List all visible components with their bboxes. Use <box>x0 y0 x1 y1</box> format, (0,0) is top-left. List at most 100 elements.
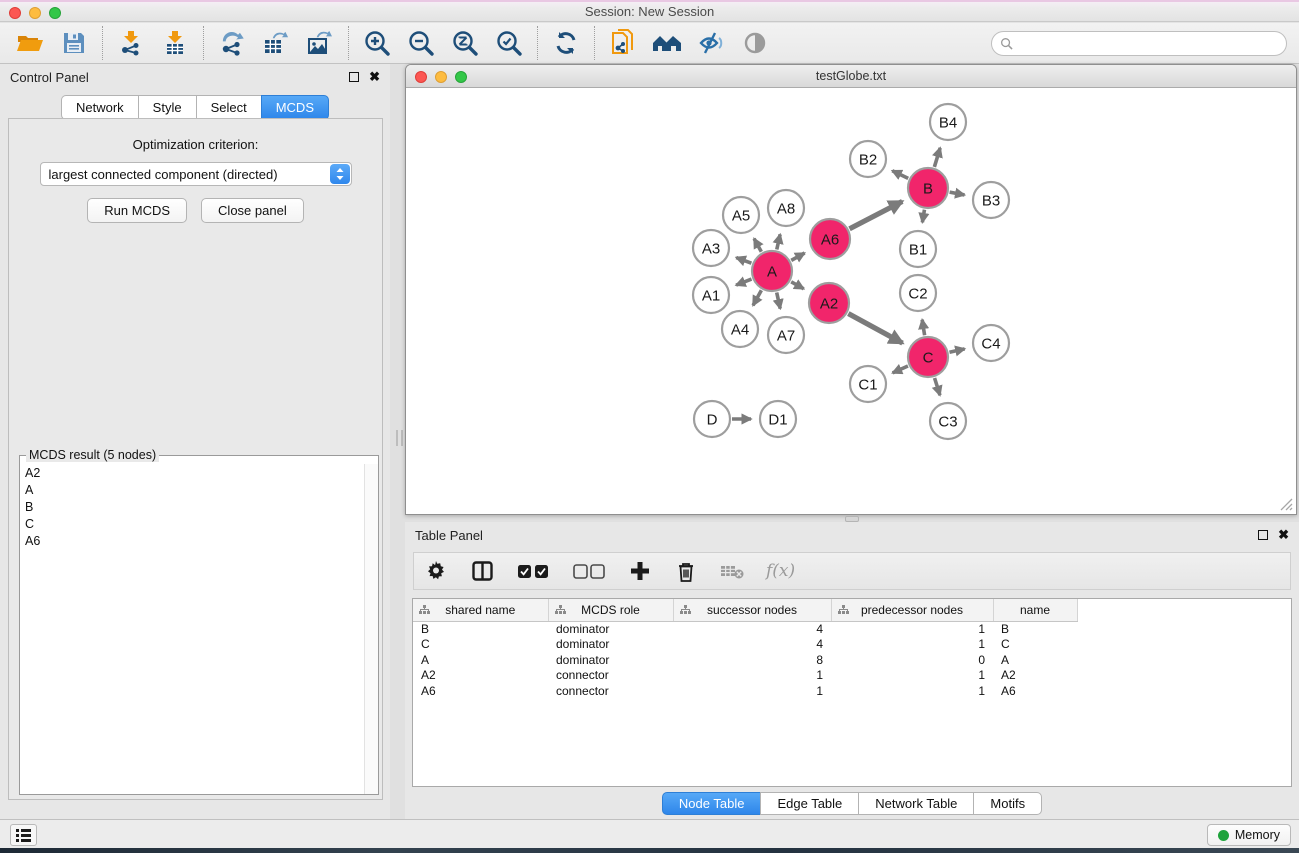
copy-network-icon[interactable] <box>601 25 645 61</box>
graph-node[interactable]: A1 <box>693 277 729 313</box>
graph-edge[interactable] <box>736 258 751 264</box>
criterion-select[interactable]: largest connected component (directed) <box>40 162 352 186</box>
mcds-result-item[interactable]: A2 <box>20 464 364 481</box>
graph-node[interactable]: A4 <box>722 311 758 347</box>
table-row[interactable]: A2connector11A2 <box>413 668 1077 684</box>
traffic-lights[interactable] <box>9 7 61 19</box>
graph-node[interactable]: A8 <box>768 190 804 226</box>
graph-edge[interactable] <box>892 171 908 179</box>
export-network-icon[interactable] <box>210 25 254 61</box>
graph-edge[interactable] <box>777 292 781 308</box>
graph-node[interactable]: B <box>908 168 948 208</box>
network-window-titlebar[interactable]: testGlobe.txt <box>406 65 1296 88</box>
graph-node[interactable]: C <box>908 337 948 377</box>
float-panel-icon[interactable] <box>349 72 359 82</box>
delete-columns-icon[interactable] <box>674 559 698 583</box>
show-all-networks-icon[interactable] <box>645 25 689 61</box>
zoom-in-icon[interactable] <box>355 25 399 61</box>
close-panel-button[interactable]: Close panel <box>201 198 304 223</box>
graph-node[interactable]: A2 <box>809 283 849 323</box>
graph-node[interactable]: B2 <box>850 141 886 177</box>
close-window-button[interactable] <box>9 7 21 19</box>
create-column-icon[interactable] <box>628 559 652 583</box>
run-mcds-button[interactable]: Run MCDS <box>87 198 187 223</box>
hide-panels-icon[interactable] <box>689 25 733 61</box>
column-header-mcds-role[interactable]: MCDS role <box>548 599 673 621</box>
graph-edge[interactable] <box>949 349 964 352</box>
mcds-result-item[interactable]: A6 <box>20 532 364 549</box>
graph-edge[interactable] <box>935 378 940 395</box>
vertical-split-handle[interactable] <box>396 430 403 446</box>
graph-edge[interactable] <box>922 320 924 336</box>
graph-node[interactable]: D <box>694 401 730 437</box>
column-header-predecessor-nodes[interactable]: predecessor nodes <box>831 599 993 621</box>
tab-motifs[interactable]: Motifs <box>973 792 1042 815</box>
table-row[interactable]: Bdominator41B <box>413 621 1077 637</box>
search-input[interactable] <box>1017 32 1286 55</box>
graph-edge[interactable] <box>850 201 903 228</box>
zoom-out-icon[interactable] <box>399 25 443 61</box>
graph-node[interactable]: A6 <box>810 219 850 259</box>
graph-node[interactable]: A3 <box>693 230 729 266</box>
minimize-window-button[interactable] <box>29 7 41 19</box>
attribute-table[interactable]: shared name MCDS role successor nodes pr… <box>413 599 1078 699</box>
network-minimize-button[interactable] <box>435 71 447 83</box>
settings-icon[interactable] <box>424 559 448 583</box>
select-all-icon[interactable] <box>516 559 550 583</box>
delete-table-icon[interactable] <box>720 559 744 583</box>
refresh-icon[interactable] <box>544 25 588 61</box>
graph-edge[interactable] <box>777 234 780 249</box>
import-table-icon[interactable] <box>153 25 197 61</box>
mcds-result-item[interactable]: B <box>20 498 364 515</box>
tab-node-table[interactable]: Node Table <box>662 792 761 815</box>
graph-node[interactable]: A7 <box>768 317 804 353</box>
window-resize-grip[interactable] <box>1280 498 1293 511</box>
export-image-icon[interactable] <box>298 25 342 61</box>
result-scrollbar[interactable] <box>364 464 378 794</box>
graph-edge[interactable] <box>893 366 908 373</box>
graph-node[interactable]: A5 <box>723 197 759 233</box>
save-session-icon[interactable] <box>52 25 96 61</box>
table-row[interactable]: A6connector11A6 <box>413 683 1077 699</box>
graph-edge[interactable] <box>736 279 751 285</box>
graph-edge[interactable] <box>791 282 804 289</box>
zoom-fit-icon[interactable] <box>443 25 487 61</box>
graph-node[interactable]: D1 <box>760 401 796 437</box>
mcds-result-item[interactable]: A <box>20 481 364 498</box>
tab-style[interactable]: Style <box>138 95 196 120</box>
graph-node[interactable]: B1 <box>900 231 936 267</box>
tab-network[interactable]: Network <box>61 95 138 120</box>
graph-node[interactable]: B3 <box>973 182 1009 218</box>
tab-mcds[interactable]: MCDS <box>261 95 329 120</box>
deselect-all-icon[interactable] <box>572 559 606 583</box>
graph-edge[interactable] <box>922 210 924 223</box>
close-panel-icon[interactable]: ✖ <box>369 72 380 82</box>
graph-edge[interactable] <box>950 192 965 195</box>
tab-select[interactable]: Select <box>196 95 261 120</box>
zoom-selected-icon[interactable] <box>487 25 531 61</box>
function-builder-icon[interactable]: f(x) <box>766 561 795 581</box>
graph-edge[interactable] <box>753 290 761 305</box>
import-network-icon[interactable] <box>109 25 153 61</box>
mcds-result-list[interactable]: A2ABCA6 <box>20 464 364 794</box>
close-table-panel-icon[interactable]: ✖ <box>1278 530 1289 540</box>
graph-edge[interactable] <box>934 148 940 167</box>
graph-node[interactable]: B4 <box>930 104 966 140</box>
graph-node[interactable]: C2 <box>900 275 936 311</box>
toggle-view-icon[interactable] <box>733 25 777 61</box>
column-header-shared-name[interactable]: shared name <box>413 599 548 621</box>
graph-node[interactable]: A <box>752 251 792 291</box>
search-field[interactable] <box>991 31 1287 56</box>
column-header-successor-nodes[interactable]: successor nodes <box>673 599 831 621</box>
memory-button[interactable]: Memory <box>1207 824 1291 846</box>
mcds-result-item[interactable]: C <box>20 515 364 532</box>
network-canvas[interactable]: B4 B2 B B3 A8A5 A6 B1 A3 A A1 C2 A2 A4 A7 C4 C C1 C3 D D1 <box>407 89 1295 513</box>
table-row[interactable]: Cdominator41C <box>413 637 1077 653</box>
tab-edge-table[interactable]: Edge Table <box>760 792 858 815</box>
graph-node[interactable]: C3 <box>930 403 966 439</box>
graph-node[interactable]: C4 <box>973 325 1009 361</box>
task-history-button[interactable] <box>10 824 37 846</box>
zoom-window-button[interactable] <box>49 7 61 19</box>
network-close-button[interactable] <box>415 71 427 83</box>
graph-node[interactable]: C1 <box>850 366 886 402</box>
